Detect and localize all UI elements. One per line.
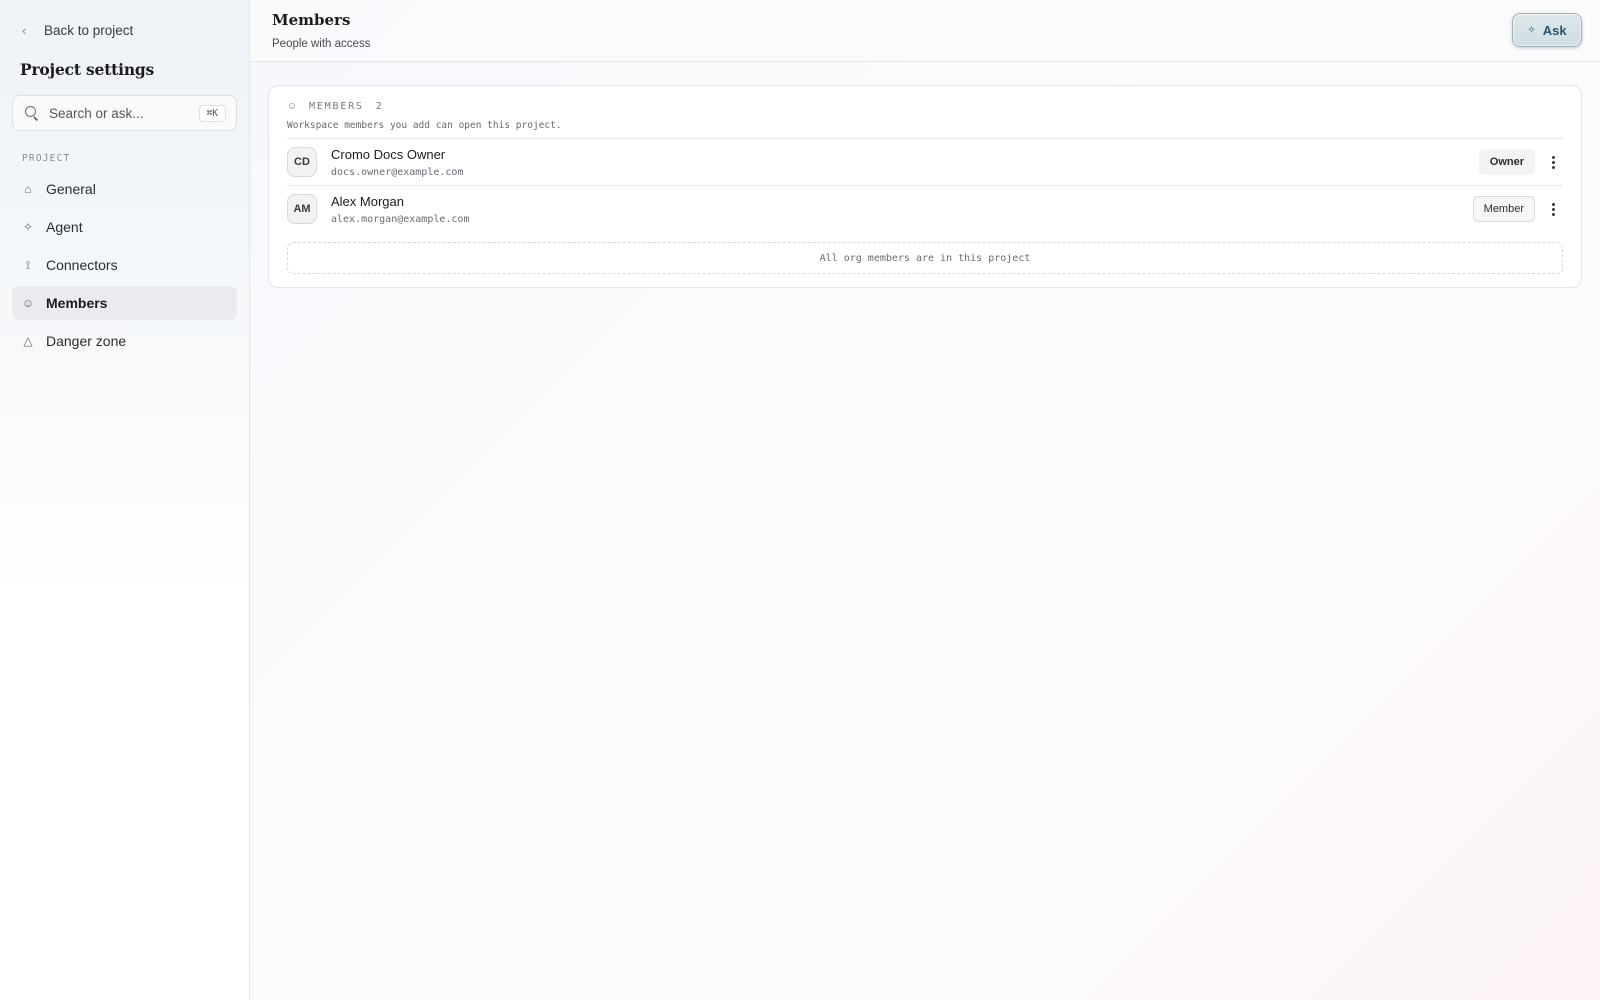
users-icon: ☺: [22, 296, 35, 310]
search-shortcut-badge: ⌘K: [198, 104, 226, 122]
sidebar-item-danger-zone[interactable]: △ Danger zone: [12, 324, 237, 358]
member-info: Cromo Docs Owner docs.owner@example.com: [331, 147, 1479, 178]
all-members-note: All org members are in this project: [287, 242, 1563, 274]
sidebar-item-members[interactable]: ☺ Members: [12, 286, 237, 320]
members-card: ☺ MEMBERS 2 Workspace members you add ca…: [268, 85, 1582, 288]
sparkle-icon: ✧: [22, 220, 34, 234]
members-count: 2: [375, 101, 382, 112]
member-info: Alex Morgan alex.morgan@example.com: [331, 194, 1473, 225]
member-name: Cromo Docs Owner: [331, 146, 446, 162]
role-badge-owner: Owner: [1478, 149, 1535, 175]
section-label-project: PROJECT: [22, 153, 71, 164]
more-options-icon[interactable]: [1545, 202, 1561, 216]
sidebar-item-label: Agent: [46, 219, 83, 235]
member-email: alex.morgan@example.com: [331, 213, 470, 225]
chevron-left-icon: ‹: [22, 22, 27, 38]
ask-button[interactable]: ✧ Ask: [1512, 13, 1582, 47]
back-link-label: Back to project: [44, 22, 134, 38]
members-card-label: MEMBERS: [309, 101, 364, 112]
avatar: AM: [287, 194, 317, 224]
search-input[interactable]: Search or ask... ⌘K: [12, 95, 237, 131]
member-row: AM Alex Morgan alex.morgan@example.com M…: [287, 185, 1563, 232]
member-list: CD Cromo Docs Owner docs.owner@example.c…: [287, 138, 1563, 232]
member-row: CD Cromo Docs Owner docs.owner@example.c…: [287, 138, 1563, 185]
sidebar: ‹ Back to project Project settings Searc…: [0, 0, 250, 1000]
search-icon: [25, 106, 39, 120]
users-icon: ☺: [287, 101, 298, 112]
warning-triangle-icon: △: [23, 334, 33, 348]
search-placeholder: Search or ask...: [49, 105, 144, 121]
sparkle-icon: ✧: [1527, 24, 1536, 36]
ask-button-label: Ask: [1542, 22, 1567, 38]
sidebar-item-label: Connectors: [46, 257, 118, 273]
plug-icon: ⟟: [25, 257, 31, 272]
sidebar-item-connectors[interactable]: ⟟ Connectors: [12, 248, 237, 282]
sidebar-item-label: Members: [46, 295, 108, 311]
members-card-header: ☺ MEMBERS 2: [287, 101, 1563, 112]
home-icon: ⌂: [24, 182, 32, 196]
sidebar-title: Project settings: [20, 60, 155, 79]
more-options-icon[interactable]: [1545, 155, 1561, 169]
member-name: Alex Morgan: [331, 193, 404, 209]
sidebar-item-label: General: [46, 181, 96, 197]
members-card-description: Workspace members you add can open this …: [287, 120, 562, 131]
member-email: docs.owner@example.com: [331, 166, 464, 178]
sidebar-item-general[interactable]: ⌂ General: [12, 172, 237, 206]
sidebar-item-agent[interactable]: ✧ Agent: [12, 210, 237, 244]
avatar: CD: [287, 147, 317, 177]
back-to-project-link[interactable]: ‹ Back to project: [12, 20, 237, 40]
sidebar-nav: ⌂ General ✧ Agent ⟟ Connectors ☺ Members…: [12, 172, 237, 358]
page-subtitle: People with access: [272, 38, 371, 50]
page-header: Members People with access ✧ Ask: [250, 0, 1600, 62]
role-select-member[interactable]: Member: [1472, 196, 1535, 222]
page-title: Members: [272, 11, 351, 29]
main-content: Members People with access ✧ Ask ☺ MEMBE…: [250, 0, 1600, 1000]
sidebar-item-label: Danger zone: [46, 333, 127, 349]
app-root: ‹ Back to project Project settings Searc…: [0, 0, 1600, 1000]
